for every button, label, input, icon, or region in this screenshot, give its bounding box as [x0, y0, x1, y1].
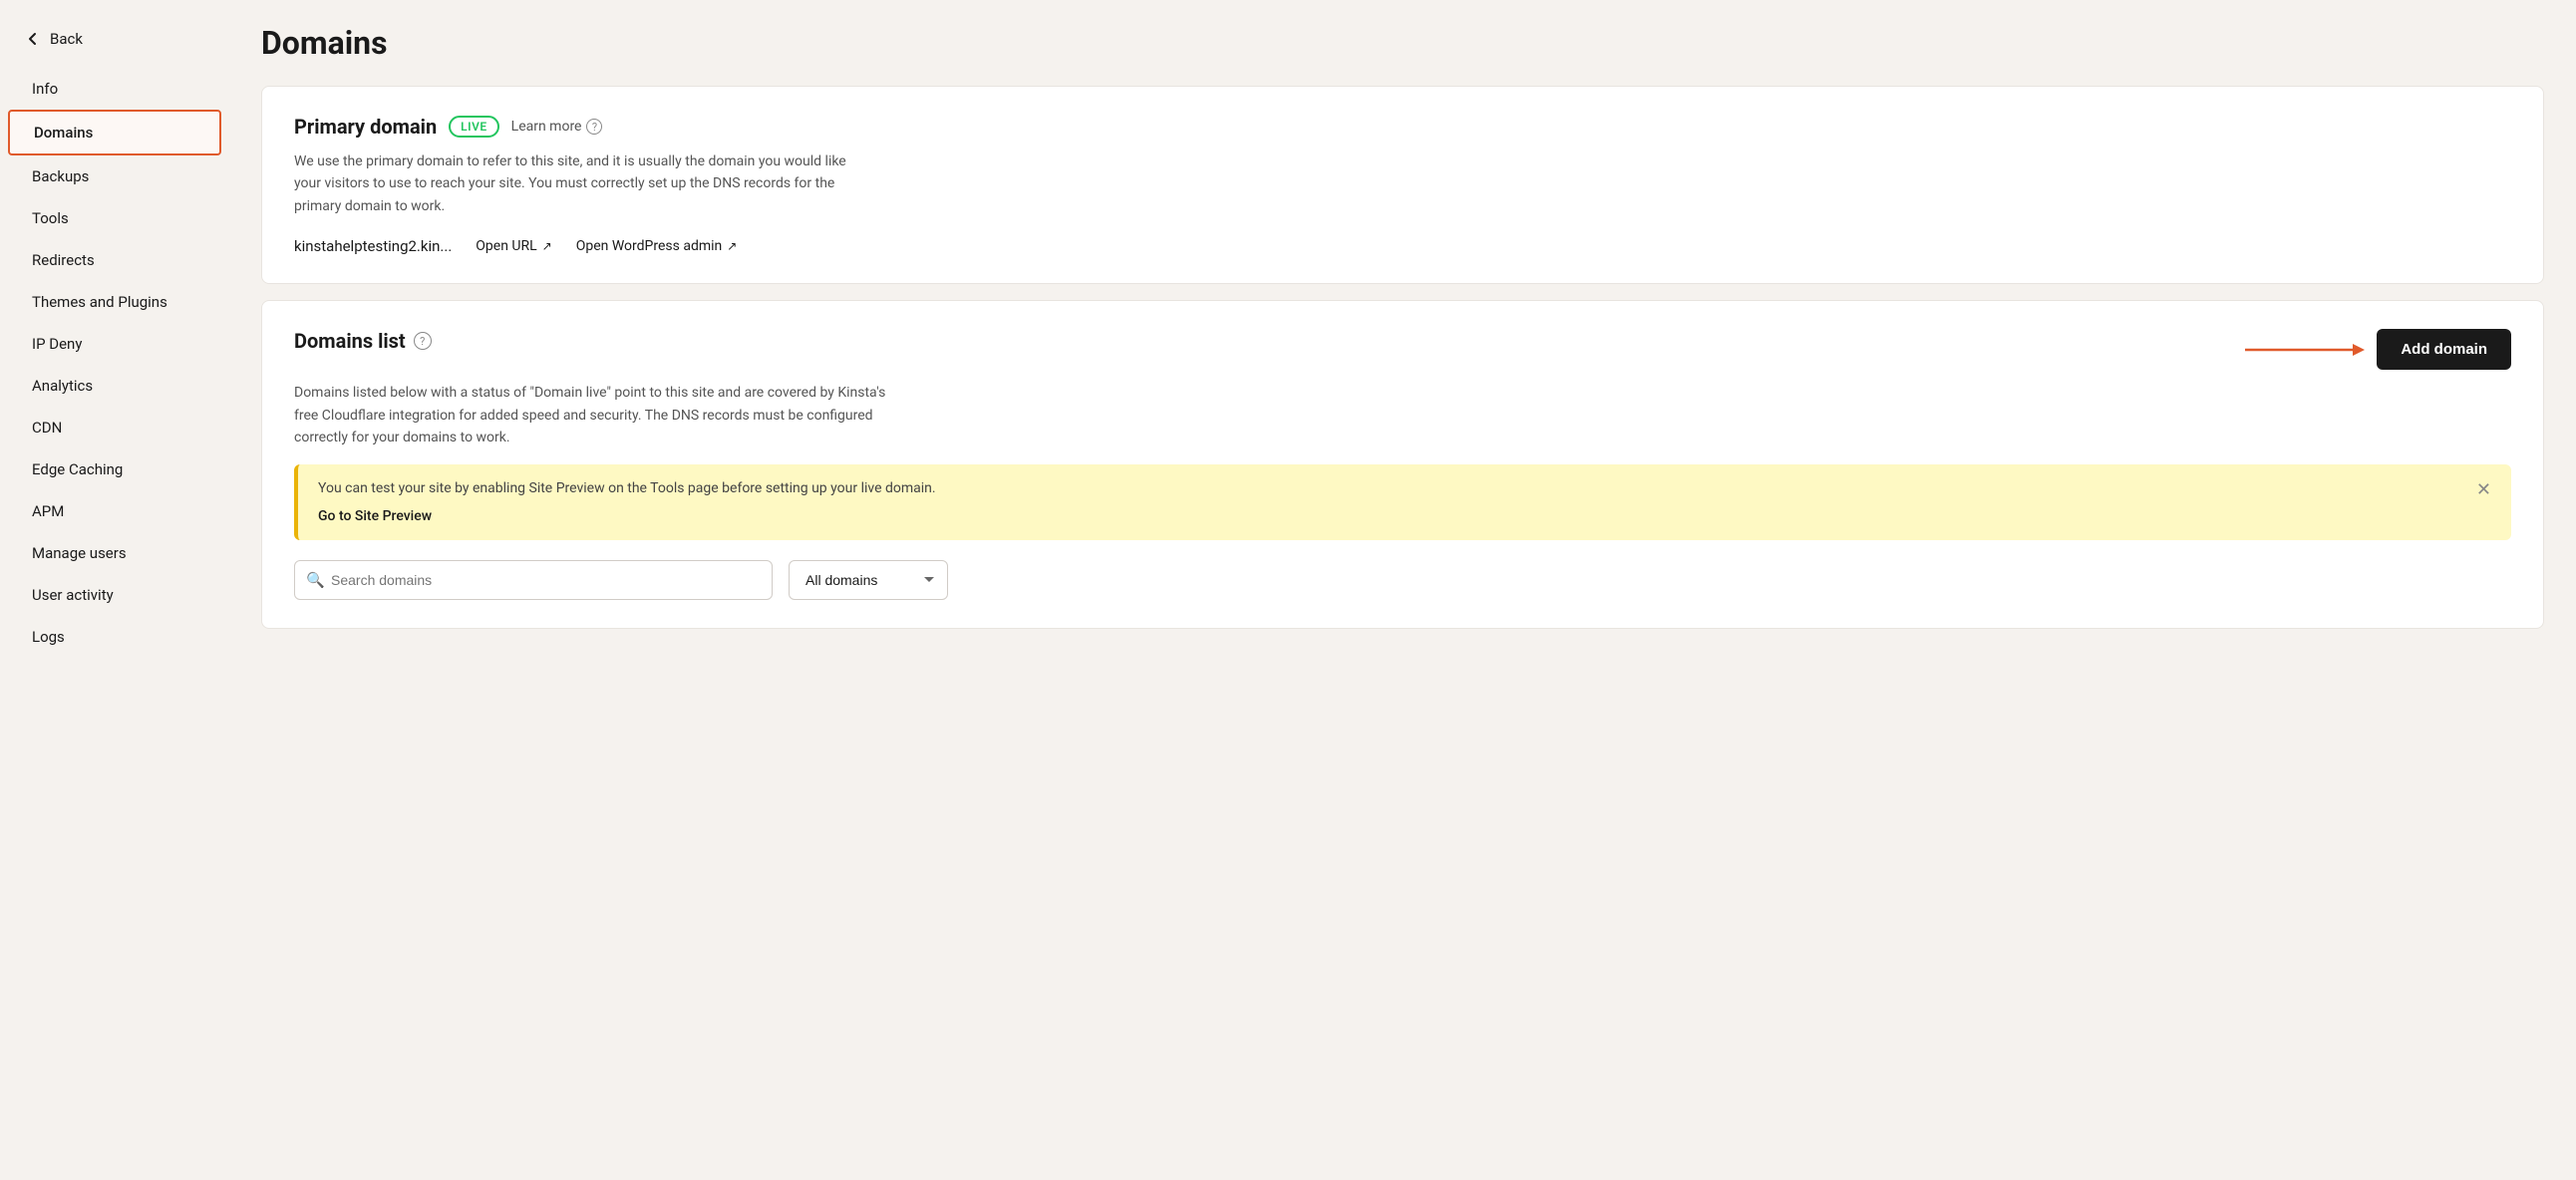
arrow-icon [2245, 338, 2365, 362]
primary-domain-description: We use the primary domain to refer to th… [294, 150, 852, 217]
search-icon: 🔍 [306, 571, 325, 589]
search-input[interactable] [294, 560, 773, 600]
domains-list-header: Domains list ? Add domain [294, 329, 2511, 370]
sidebar-item-info[interactable]: Info [8, 68, 221, 110]
go-to-site-preview-link[interactable]: Go to Site Preview [318, 508, 432, 524]
site-preview-notice: You can test your site by enabling Site … [294, 464, 2511, 540]
sidebar-item-user-activity[interactable]: User activity [8, 574, 221, 616]
sidebar-item-tools[interactable]: Tools [8, 197, 221, 239]
external-link-icon-2: ↗ [727, 239, 737, 253]
learn-more-link[interactable]: Learn more ? [511, 119, 603, 135]
primary-domain-card: Primary domain LIVE Learn more ? We use … [261, 86, 2544, 284]
add-domain-button[interactable]: Add domain [2377, 329, 2511, 370]
sidebar-item-redirects[interactable]: Redirects [8, 239, 221, 281]
sidebar-item-ip-deny[interactable]: IP Deny [8, 323, 221, 365]
open-url-link[interactable]: Open URL ↗ [476, 238, 551, 254]
back-button[interactable]: Back [0, 20, 229, 68]
back-arrow-icon [24, 30, 42, 48]
primary-domain-header: Primary domain LIVE Learn more ? [294, 115, 2511, 139]
help-circle-icon: ? [586, 119, 602, 135]
open-wp-admin-link[interactable]: Open WordPress admin ↗ [576, 238, 738, 254]
search-row: 🔍 All domainsDomain liveDNS only [294, 560, 2511, 600]
main-content: Domains Primary domain LIVE Learn more ?… [229, 0, 2576, 1180]
sidebar-item-edge-caching[interactable]: Edge Caching [8, 448, 221, 490]
sidebar-item-analytics[interactable]: Analytics [8, 365, 221, 407]
sidebar-item-cdn[interactable]: CDN [8, 407, 221, 448]
notice-close-button[interactable]: ✕ [2460, 480, 2491, 498]
domains-list-title-row: Domains list ? [294, 329, 432, 353]
primary-domain-title: Primary domain [294, 115, 437, 139]
domains-list-description: Domains listed below with a status of "D… [294, 382, 912, 448]
domains-list-card: Domains list ? Add domain Domains listed… [261, 300, 2544, 629]
sidebar-item-themes-plugins[interactable]: Themes and Plugins [8, 281, 221, 323]
domains-list-help-icon[interactable]: ? [414, 332, 432, 350]
domains-list-title: Domains list [294, 329, 406, 353]
sidebar-nav: Info Domains Backups Tools Redirects The… [0, 68, 229, 658]
domain-name: kinstahelptesting2.kin... [294, 237, 452, 255]
back-label: Back [50, 30, 83, 48]
add-domain-container: Add domain [2245, 329, 2511, 370]
notice-content: You can test your site by enabling Site … [318, 480, 2460, 524]
live-badge: LIVE [449, 116, 499, 138]
sidebar-item-logs[interactable]: Logs [8, 616, 221, 658]
domains-filter-select[interactable]: All domainsDomain liveDNS only [789, 560, 948, 600]
domain-row: kinstahelptesting2.kin... Open URL ↗ Ope… [294, 237, 2511, 255]
sidebar-item-backups[interactable]: Backups [8, 155, 221, 197]
sidebar-item-manage-users[interactable]: Manage users [8, 532, 221, 574]
sidebar-item-apm[interactable]: APM [8, 490, 221, 532]
sidebar-item-domains[interactable]: Domains [8, 110, 221, 155]
external-link-icon: ↗ [542, 239, 552, 253]
notice-text: You can test your site by enabling Site … [318, 480, 2460, 496]
domains-list-title-group: Domains list ? [294, 329, 432, 353]
page-title: Domains [261, 24, 2544, 62]
search-input-wrapper: 🔍 [294, 560, 773, 600]
sidebar: Back Info Domains Backups Tools Redirect… [0, 0, 229, 1180]
